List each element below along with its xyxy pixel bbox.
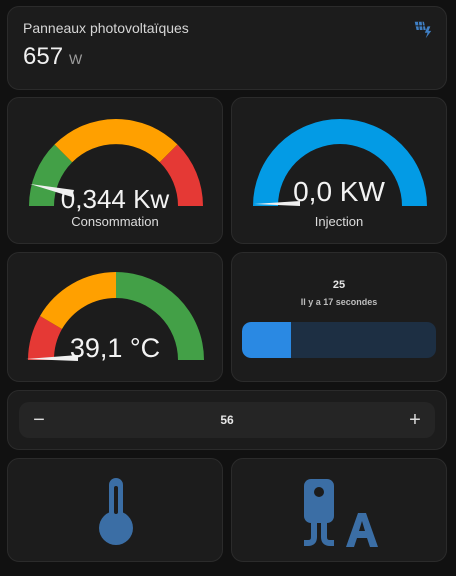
sensor-last-updated: Il y a 17 secondes <box>300 297 378 307</box>
sensor-bar-card[interactable]: 25 Il y a 17 secondes <box>231 252 447 382</box>
injection-label: Injection <box>314 214 364 229</box>
thermometer-icon <box>99 478 133 545</box>
number-stepper: − 56 + <box>19 402 435 438</box>
thermometer-button-card[interactable] <box>7 458 223 562</box>
stepper-value: 56 <box>220 413 234 427</box>
solar-panel-icon <box>414 21 432 39</box>
solar-value-display: 657 W <box>23 43 82 71</box>
gauge-segment-orange <box>54 119 178 163</box>
increment-button[interactable]: + <box>397 402 433 438</box>
sensor-value: 25 <box>332 279 346 291</box>
sensor-bar-track <box>242 322 436 358</box>
solar-value: 657 <box>23 43 64 70</box>
solar-panel-card[interactable]: Panneaux photovoltaïques 657 W <box>7 6 447 90</box>
temperature-value: 39,1 °C <box>69 333 161 363</box>
solar-unit: W <box>69 51 83 67</box>
consumption-gauge-card[interactable]: 0,344 Kw Consommation <box>7 97 223 244</box>
injection-value: 0,0 KW <box>293 176 385 207</box>
solar-title: Panneaux photovoltaïques <box>23 20 189 36</box>
sensor-bar-fill <box>242 322 291 358</box>
gauge-segment-orange <box>40 272 116 329</box>
injection-gauge-card[interactable]: 0,0 KW Injection <box>231 97 447 244</box>
temperature-gauge-card[interactable]: 39,1 °C <box>7 252 223 382</box>
number-stepper-card: − 56 + <box>7 390 447 450</box>
consumption-value: 0,344 Kw <box>60 184 170 214</box>
consumption-label: Consommation <box>71 214 159 229</box>
water-heater-auto-icon <box>304 479 378 547</box>
water-heater-button-card[interactable] <box>231 458 447 562</box>
